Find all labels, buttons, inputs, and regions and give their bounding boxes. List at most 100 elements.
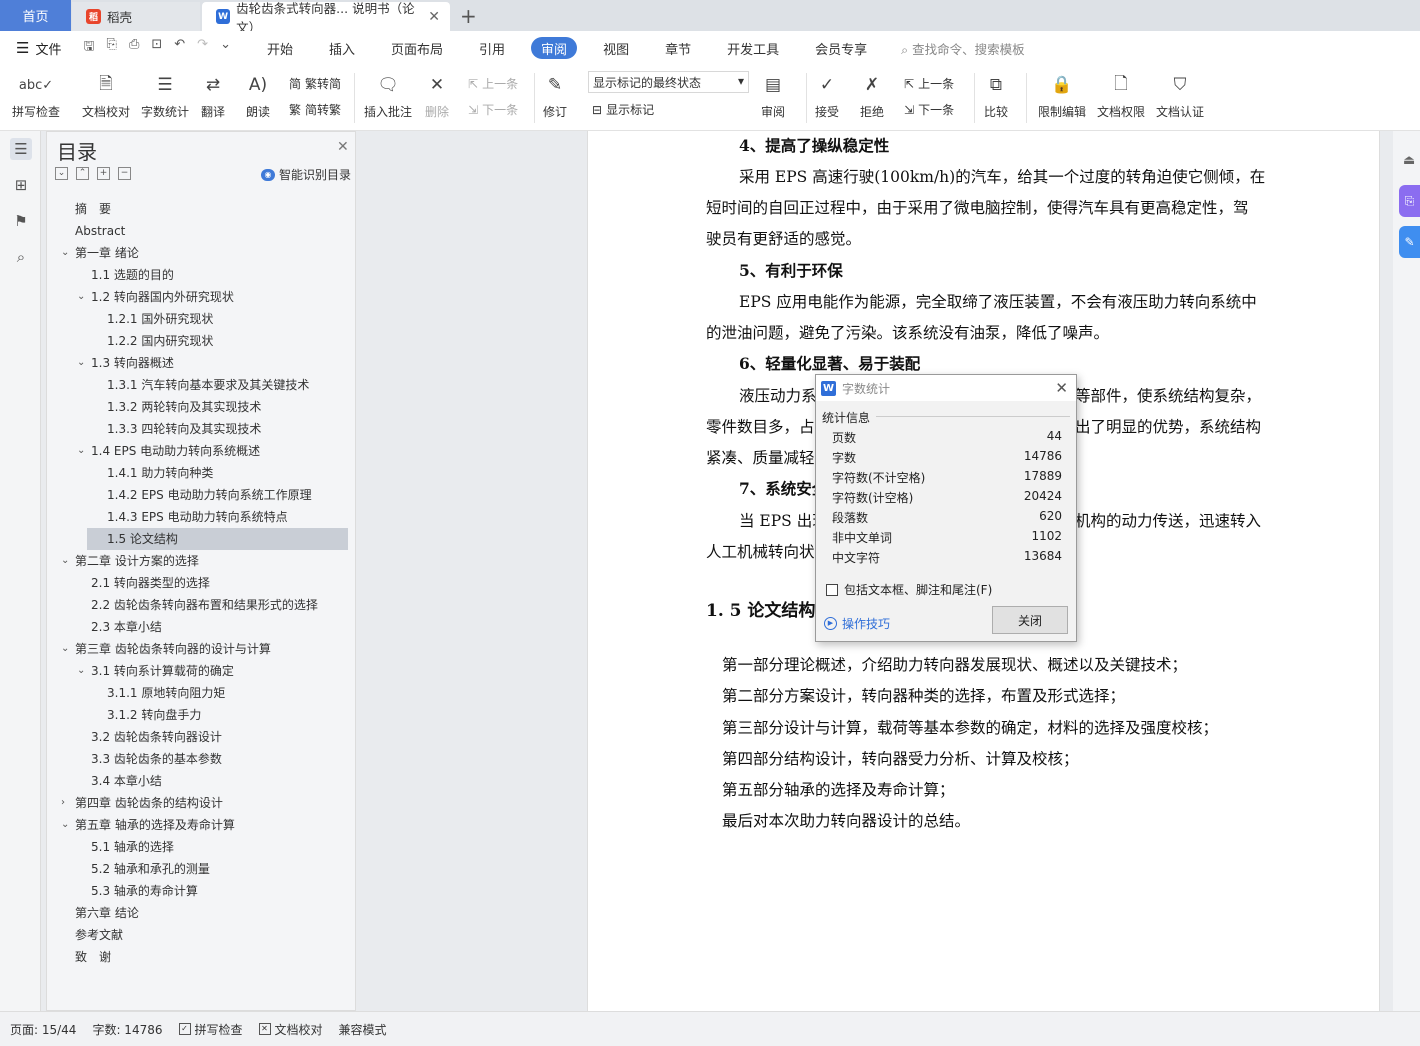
include-textbox-checkbox[interactable]: 包括文本框、脚注和尾注(F) xyxy=(826,581,992,598)
next-change-button[interactable]: ⇲ 下一条 xyxy=(904,101,954,118)
page-indicator[interactable]: 页面: 15/44 xyxy=(10,1021,76,1038)
word-count-indicator[interactable]: 字数: 14786 xyxy=(92,1021,162,1038)
collapse-up-icon[interactable]: ⏏ xyxy=(1403,153,1415,168)
spell-check-button[interactable]: abc✓ 拼写检查 xyxy=(12,71,60,120)
toc-item[interactable]: ⌄ 1.3 转向器概述 xyxy=(47,352,357,374)
toc-item[interactable]: ⌄ 第一章 绪论 xyxy=(47,242,357,264)
toc-item[interactable]: 参考文献 xyxy=(47,924,357,946)
tips-link[interactable]: ▶ 操作技巧 xyxy=(824,615,890,632)
toc-item[interactable]: 1.5 论文结构 xyxy=(87,528,348,550)
tab-document[interactable]: W 齿轮齿条式转向器... 说明书（论文） ✕ xyxy=(202,1,450,35)
chevron-down-icon[interactable]: ⌄ xyxy=(77,440,85,462)
toc-item[interactable]: ⌄ 第五章 轴承的选择及寿命计算 xyxy=(47,814,357,836)
toc-item[interactable]: 3.4 本章小结 xyxy=(47,770,357,792)
close-icon[interactable]: ✕ xyxy=(428,9,440,25)
smart-toc-button[interactable]: ◉ 智能识别目录 xyxy=(261,166,351,183)
toc-item[interactable]: 1.2.2 国内研究现状 xyxy=(47,330,357,352)
plus-icon[interactable]: + xyxy=(97,167,110,180)
print-icon[interactable]: ⎙ xyxy=(129,37,139,59)
file-menu[interactable]: ☰ 文件 xyxy=(0,39,61,58)
menu-tab[interactable]: 视图 xyxy=(585,37,647,59)
delete-comment-button[interactable]: ✕ 删除 xyxy=(424,71,450,120)
toc-item[interactable]: 1.3.2 两轮转向及其实现技术 xyxy=(47,396,357,418)
review-pane-button[interactable]: ▤ 审阅 xyxy=(760,71,786,120)
word-count-button[interactable]: ☰ 字数统计 xyxy=(141,71,189,120)
toc-item[interactable]: ⌄ 3.1 转向系计算载荷的确定 xyxy=(47,660,357,682)
toc-item[interactable]: ⌄ 第二章 设计方案的选择 xyxy=(47,550,357,572)
toc-item[interactable]: 2.2 齿轮齿条转向器布置和结果形式的选择 xyxy=(47,594,357,616)
toc-item[interactable]: 摘 要 xyxy=(47,198,357,220)
toc-item[interactable]: 3.1.2 转向盘手力 xyxy=(47,704,357,726)
menu-tab[interactable]: 开始 xyxy=(249,37,311,59)
read-aloud-button[interactable]: A) 朗读 xyxy=(245,71,271,120)
close-icon[interactable]: ✕ xyxy=(1055,379,1068,397)
chevron-down-icon[interactable]: ⌄ xyxy=(61,814,69,836)
proofread-button[interactable]: 🗎 文档校对 xyxy=(82,71,130,120)
side-tool-icon[interactable]: ⎘ xyxy=(1399,185,1420,217)
more-icon[interactable]: ⌄ xyxy=(220,37,231,59)
markup-state-select[interactable]: 显示标记的最终状态 ▾ xyxy=(588,71,749,93)
undo-icon[interactable]: ↶ xyxy=(174,37,185,59)
menu-tab[interactable]: 审阅 xyxy=(531,37,578,59)
chevron-down-icon[interactable]: ⌄ xyxy=(77,352,85,374)
close-icon[interactable]: ✕ xyxy=(337,139,349,155)
new-tab-icon[interactable]: + xyxy=(460,4,477,28)
toc-item[interactable]: 1.4.1 助力转向种类 xyxy=(47,462,357,484)
menu-tab[interactable]: 开发工具 xyxy=(709,37,797,59)
toc-item[interactable]: 1.2.1 国外研究现状 xyxy=(47,308,357,330)
toc-item[interactable]: 1.1 选题的目的 xyxy=(47,264,357,286)
tab-home[interactable]: 首页 xyxy=(0,0,71,31)
next-comment-button[interactable]: ⇲ 下一条 xyxy=(468,101,518,118)
toc-item[interactable]: › 第四章 齿轮齿条的结构设计 xyxy=(47,792,357,814)
menu-tab[interactable]: 插入 xyxy=(311,37,373,59)
redo-icon[interactable]: ↷ xyxy=(197,37,208,59)
toc-item[interactable]: 2.3 本章小结 xyxy=(47,616,357,638)
side-doc-icon[interactable]: ✎ xyxy=(1399,226,1420,258)
toc-item[interactable]: Abstract xyxy=(47,220,357,242)
export-icon[interactable]: ⎘ xyxy=(107,37,117,59)
restrict-edit-button[interactable]: 🔒 限制编辑 xyxy=(1038,71,1086,120)
outline-icon[interactable]: ☰ xyxy=(10,138,32,160)
expand-icon[interactable]: ⌃ xyxy=(76,167,89,180)
chevron-down-icon[interactable]: ⌄ xyxy=(61,550,69,572)
menu-tab[interactable]: 会员专享 xyxy=(797,37,885,59)
trad-to-simp-button[interactable]: 简繁转简 xyxy=(289,75,341,92)
prev-comment-button[interactable]: ⇱ 上一条 xyxy=(468,75,518,92)
proof-status[interactable]: ✕ 文档校对 xyxy=(258,1021,323,1038)
accept-button[interactable]: ✓ 接受 xyxy=(814,71,840,120)
toc-item[interactable]: 3.1.1 原地转向阻力矩 xyxy=(47,682,357,704)
toc-item[interactable]: 致 谢 xyxy=(47,946,357,968)
toc-item[interactable]: 1.4.3 EPS 电动助力转向系统特点 xyxy=(47,506,357,528)
save-icon[interactable]: 🖫 xyxy=(83,37,94,59)
menu-tab[interactable]: 章节 xyxy=(647,37,709,59)
chevron-right-icon[interactable]: › xyxy=(61,792,65,814)
toc-item[interactable]: 5.2 轴承和承孔的测量 xyxy=(47,858,357,880)
menu-tab[interactable]: 页面布局 xyxy=(373,37,461,59)
toc-item[interactable]: 1.3.1 汽车转向基本要求及其关键技术 xyxy=(47,374,357,396)
toc-item[interactable]: 第六章 结论 xyxy=(47,902,357,924)
toc-item[interactable]: ⌄ 第三章 齿轮齿条转向器的设计与计算 xyxy=(47,638,357,660)
revise-button[interactable]: ✎ 修订 xyxy=(542,71,568,120)
chevron-down-icon[interactable]: ⌄ xyxy=(77,660,85,682)
doc-permission-button[interactable]: 🗋 文档权限 xyxy=(1097,71,1145,120)
show-markup-button[interactable]: ⊟ 显示标记 xyxy=(592,101,654,118)
toc-item[interactable]: ⌄ 1.4 EPS 电动助力转向系统概述 xyxy=(47,440,357,462)
preview-icon[interactable]: ⊡ xyxy=(151,37,162,59)
minus-icon[interactable]: − xyxy=(118,167,131,180)
toc-item[interactable]: ⌄ 1.2 转向器国内外研究现状 xyxy=(47,286,357,308)
toc-item[interactable]: 3.2 齿轮齿条转向器设计 xyxy=(47,726,357,748)
toc-item[interactable]: 5.1 轴承的选择 xyxy=(47,836,357,858)
simp-to-trad-button[interactable]: 繁简转繁 xyxy=(289,101,341,118)
prev-change-button[interactable]: ⇱ 上一条 xyxy=(904,75,954,92)
toc-item[interactable]: 5.3 轴承的寿命计算 xyxy=(47,880,357,902)
collapse-icon[interactable]: ⌄ xyxy=(55,167,68,180)
close-button[interactable]: 关闭 xyxy=(992,606,1068,634)
compare-button[interactable]: ⧉ 比较 xyxy=(983,71,1009,120)
search-icon[interactable]: ⌕ xyxy=(10,246,32,268)
translate-button[interactable]: ⇄ 翻译 xyxy=(200,71,226,120)
reject-button[interactable]: ✗ 拒绝 xyxy=(859,71,885,120)
chevron-down-icon[interactable]: ⌄ xyxy=(77,286,85,308)
chapter-icon[interactable]: ⊞ xyxy=(10,174,32,196)
chevron-down-icon[interactable]: ⌄ xyxy=(61,242,69,264)
tab-daoke[interactable]: 稻 稻壳 xyxy=(72,2,200,31)
